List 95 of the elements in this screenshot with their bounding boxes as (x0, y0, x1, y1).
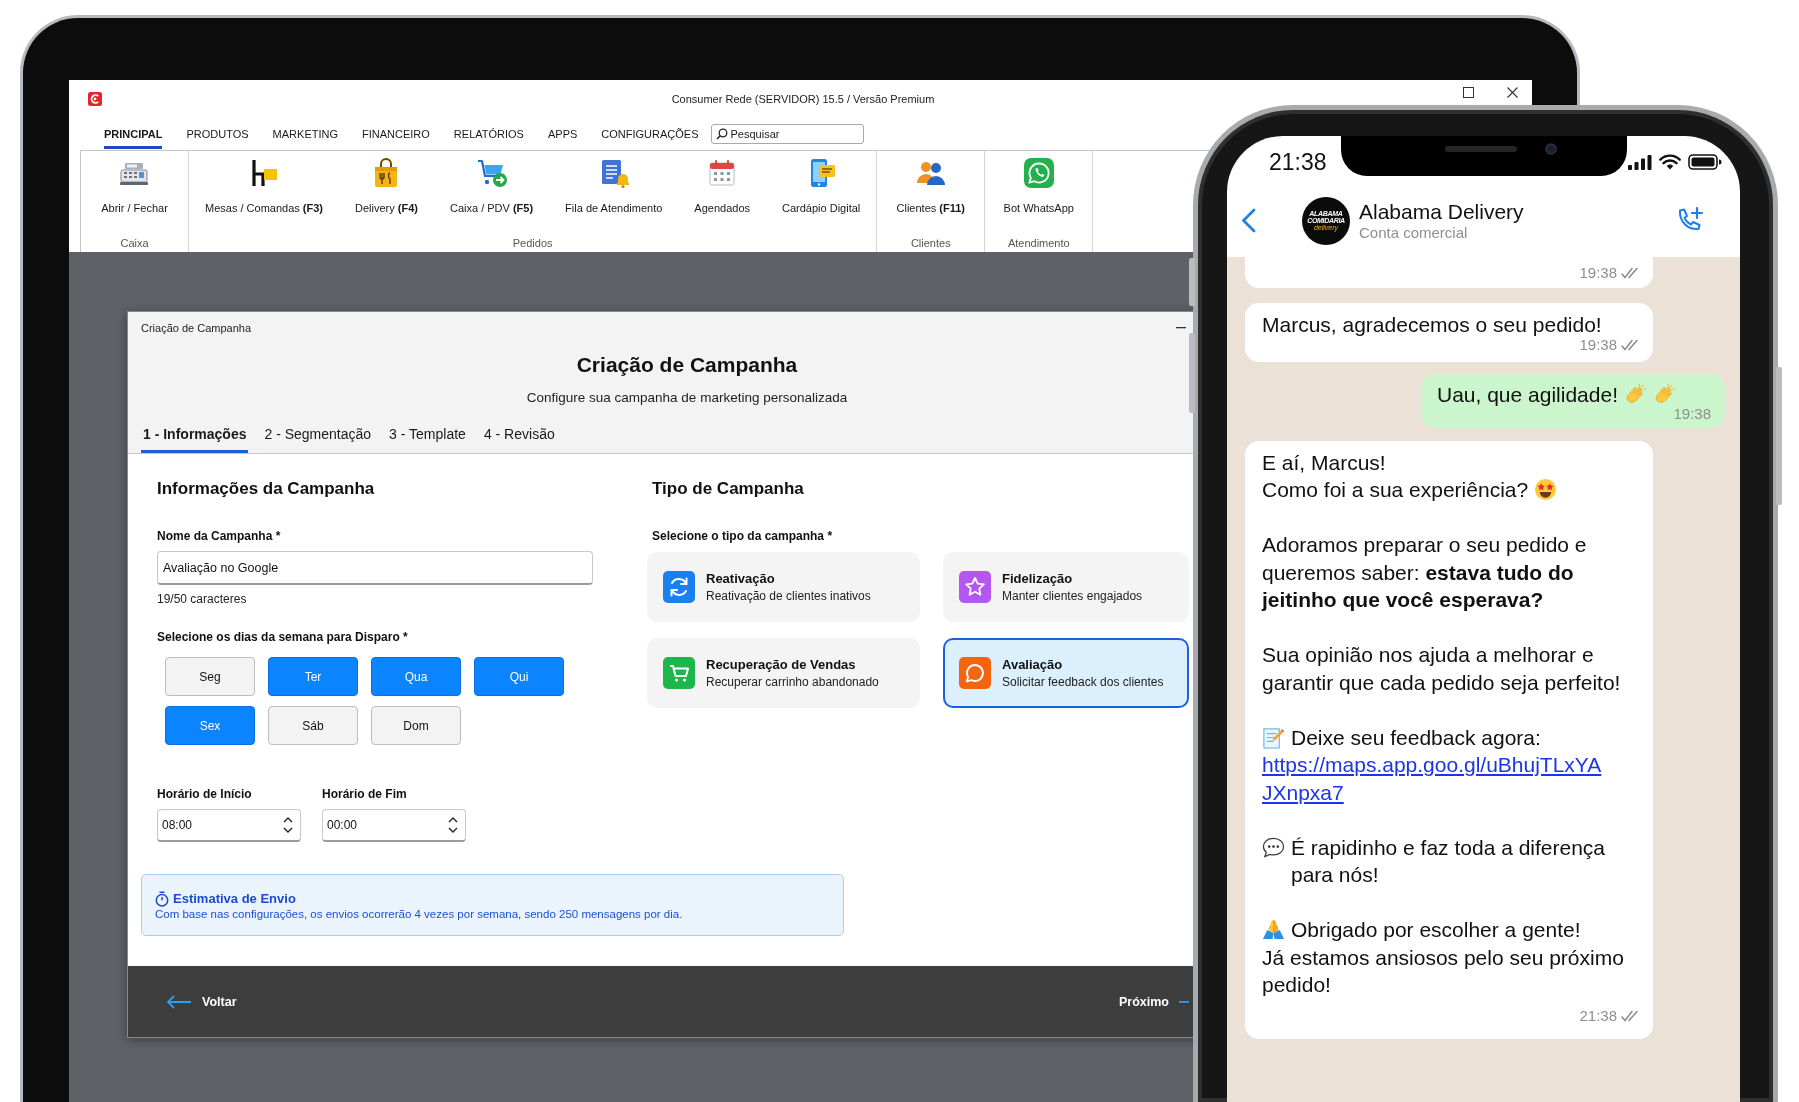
char-counter: 19/50 caracteres (157, 592, 247, 607)
star-eyes-face-icon (1534, 478, 1558, 501)
menu-tab[interactable]: CONFIGURAÇÕES (601, 118, 699, 149)
message-text: Deixe seu feedback agora: (1291, 725, 1541, 749)
maximize-icon[interactable] (1463, 87, 1474, 98)
message-text: É rapidinho e faz toda a diferença para nós! (1291, 834, 1607, 888)
campaign-type-card[interactable]: Reativação Reativação de clientes inativos (647, 552, 920, 622)
message-text: Marcus, agradecemos o seu pedido! (1262, 312, 1603, 338)
menu-tab[interactable]: RELATÓRIOS (453, 118, 524, 149)
menu-tab[interactable]: MARKETING (272, 118, 338, 149)
next-button[interactable]: Próximo (1119, 994, 1189, 1009)
message-text: Como foi a sua experiência? (1262, 478, 1529, 501)
dialog-subtitle: Configure sua campanha de marketing personalizada (525, 389, 849, 407)
campaign-type-card[interactable]: Avaliação Solicitar feedback dos clientes (943, 638, 1189, 708)
arrow-left-icon (166, 994, 192, 1009)
text-field[interactable]: Avaliação no Google (157, 551, 593, 585)
contact-name: Alabama Delivery (1359, 199, 1524, 224)
logo-icon (88, 92, 102, 106)
search-icon (715, 127, 728, 140)
info-text: Com base nas configurações, os envios ocorrerão 4 vezes por semana, sendo 250 mensagens por dia. (155, 907, 684, 922)
chat-phone-icon (1022, 157, 1055, 189)
message-time: 19:38 (1579, 335, 1617, 354)
link[interactable]: https://maps.app.goo.gl/uBhujTLxYAJXnpxa7 (1262, 751, 1607, 806)
back-button[interactable]: Voltar (166, 994, 237, 1009)
campaign-type-card[interactable]: Fidelização Manter clientes engajados (943, 552, 1189, 622)
day-toggle[interactable]: Qui (474, 657, 564, 696)
time-field[interactable]: 08:00 (157, 809, 301, 842)
message-text: Obrigado por escolher a gente! (1291, 918, 1581, 941)
ribbon-button[interactable]: Agendados (678, 157, 766, 236)
spinner-icon[interactable] (283, 816, 293, 834)
contact-subtitle: Conta comercial (1359, 223, 1468, 242)
group-label: Caixa (119, 236, 150, 251)
speech-bubble-icon (1262, 835, 1285, 859)
day-toggle[interactable]: Sex (165, 706, 255, 745)
window-title: Consumer Rede (SERVIDOR) 15.5 / Versão Premium (671, 92, 935, 106)
message-text: Adoramos preparar o seu pedido e queremos saber: estava tudo do jeitinho que você esperava? (1262, 532, 1588, 613)
time-field[interactable]: 00:00 (322, 809, 466, 842)
menu-tab[interactable]: APPS (547, 118, 578, 149)
dash-icon (1179, 1000, 1189, 1003)
field-label: Selecione os dias da semana para Disparo * (157, 630, 408, 645)
step-tab[interactable]: 3 - Template (387, 425, 468, 453)
message-text: E aí, Marcus! (1262, 449, 1387, 476)
status-time: 21:38 (1269, 149, 1327, 175)
signal-icon (1628, 154, 1652, 170)
day-toggle[interactable]: Sáb (268, 706, 358, 745)
message-time: 21:38 (1579, 1006, 1617, 1025)
minimize-icon[interactable] (1176, 326, 1186, 329)
menu-tab[interactable]: FINANCEIRO (362, 118, 430, 149)
spinner-icon[interactable] (448, 816, 458, 834)
message-time: 19:38 (1579, 264, 1617, 282)
clapping-hands-icon (1653, 382, 1676, 406)
ribbon-button[interactable]: Cardápio Digital (766, 157, 877, 236)
back-icon[interactable] (1241, 208, 1256, 233)
wifi-icon (1659, 154, 1681, 170)
ribbon-button[interactable]: Abrir / Fechar (85, 157, 184, 236)
close-icon[interactable] (1507, 87, 1518, 98)
field-label: Nome da Campanha * (157, 529, 281, 544)
ribbon-button[interactable]: Fila de Atendimento (549, 157, 679, 236)
dialog-title: Criação de Campanha (141, 320, 252, 335)
group-label: Pedidos (511, 236, 554, 251)
field-label: Horário de Início (157, 787, 253, 802)
info-title: Estimativa de Envio (173, 891, 296, 907)
clapping-hands-icon (1624, 382, 1647, 406)
ribbon-button[interactable]: Bot WhatsApp (987, 157, 1090, 236)
folded-hands-icon (1262, 918, 1285, 941)
search-field[interactable]: Pesquisar (710, 123, 864, 144)
step-tab[interactable]: 4 - Revisão (481, 425, 557, 453)
ribbon-button[interactable]: Caixa / PDV (F5) (433, 157, 550, 236)
message-text: Uau, que agilidade! (1437, 382, 1618, 406)
group-label: Clientes (909, 236, 952, 251)
field-label: Selecione o tipo da campanha * (652, 529, 833, 544)
day-toggle[interactable]: Ter (268, 657, 358, 696)
day-toggle[interactable]: Seg (165, 657, 255, 696)
dialog-heading: Criação de Campanha (575, 352, 799, 378)
menu-tab[interactable]: PRODUTOS (186, 118, 249, 149)
section-heading: Informações da Campanha (157, 478, 375, 500)
campaign-type-card[interactable]: Recuperação de Vendas Recuperar carrinho abandonado (647, 638, 920, 708)
group-label: Atendimento (1006, 236, 1071, 251)
ribbon-button[interactable]: Mesas / Comandas (F3) (189, 157, 339, 236)
ribbon-button[interactable]: Clientes (F11) (880, 157, 981, 236)
ribbon-button[interactable]: Delivery (F4) (339, 157, 434, 236)
day-toggle[interactable]: Qua (371, 657, 461, 696)
memo-icon (1262, 725, 1285, 749)
section-heading: Tipo de Campanha (652, 478, 804, 500)
cart-icon (475, 157, 508, 189)
menu-tab[interactable]: PRINCIPAL (104, 118, 163, 149)
message-time: 19:38 (1673, 404, 1711, 423)
field-label: Horário de Fim (322, 787, 408, 802)
step-tab[interactable]: 2 - Segmentação (262, 425, 374, 453)
message-text: Sua opinião nos ajuda a melhorar e garantir que cada pedido seja perfeito! (1262, 642, 1622, 696)
message-text: Já estamos ansiosos pelo seu próximo pedido! (1262, 944, 1625, 998)
battery-icon (1688, 154, 1722, 170)
stopwatch-icon (155, 891, 169, 907)
day-toggle[interactable]: Dom (371, 706, 461, 745)
step-tab[interactable]: 1 - Informações (141, 425, 249, 453)
